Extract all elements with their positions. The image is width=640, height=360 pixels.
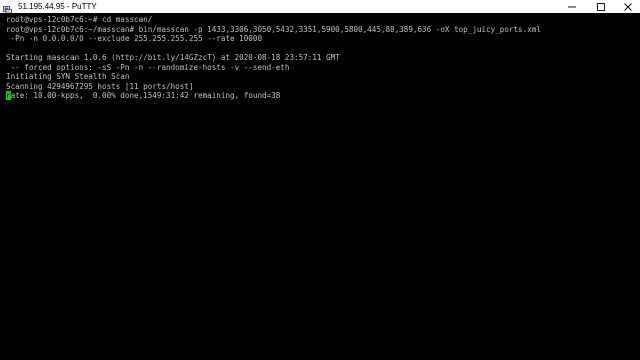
window-title: 51.195.44.95 - PuTTY bbox=[18, 2, 97, 11]
putty-window: 51.195.44.95 - PuTTY root@vps-12c0b7c6:~… bbox=[0, 0, 640, 360]
terminal-area[interactable]: root@vps-12c0b7c6:~# cd masscan/ root@vp… bbox=[0, 13, 640, 360]
terminal-line: Initiating SYN Stealth Scan bbox=[6, 72, 130, 81]
putty-app-icon[interactable] bbox=[3, 2, 12, 15]
terminal-line: root@vps-12c0b7c6:~# cd masscan/ bbox=[6, 15, 153, 24]
minimize-button[interactable] bbox=[558, 0, 586, 13]
terminal-line: root@vps-12c0b7c6:~/masscan# bin/masscan… bbox=[6, 24, 541, 34]
terminal-line: -- forced options: -sS -Pn -n --randomiz… bbox=[6, 62, 290, 72]
terminal-line: -Pn -n 0.0.0.0/0 --exclude 255.255.255.2… bbox=[6, 34, 263, 43]
status-line: rate: 10.00-kpps, 0.00% done,1549:31:42 … bbox=[6, 91, 640, 101]
close-button[interactable] bbox=[614, 0, 640, 13]
terminal-line: Scanning 4294967295 hosts [11 ports/host… bbox=[6, 81, 194, 91]
title-bar[interactable]: 51.195.44.95 - PuTTY bbox=[0, 0, 640, 15]
maximize-icon bbox=[597, 2, 605, 11]
maximize-button[interactable] bbox=[587, 0, 615, 13]
close-icon bbox=[624, 2, 632, 11]
minimize-icon bbox=[568, 6, 576, 7]
scan-status-text: ate: 10.00-kpps, 0.00% done,1549:31:42 r… bbox=[10, 91, 281, 100]
terminal-line: Starting masscan 1.0.6 (http://bit.ly/14… bbox=[6, 53, 340, 62]
